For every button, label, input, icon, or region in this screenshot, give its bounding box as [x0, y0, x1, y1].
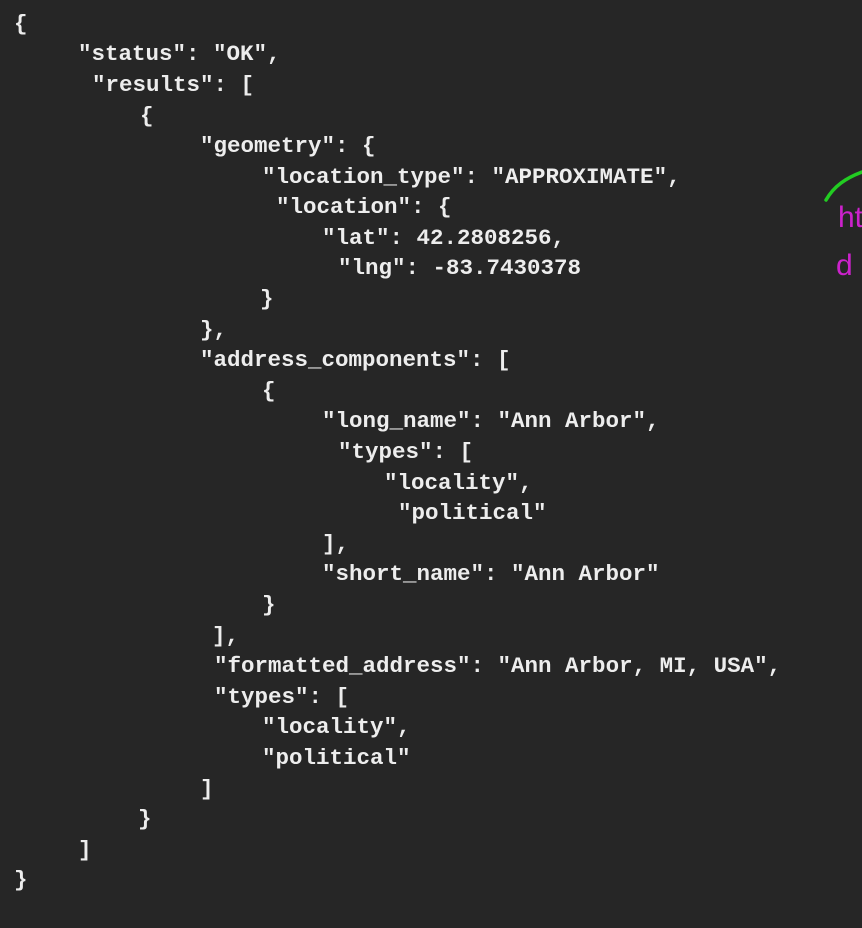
screen: { "status": "OK", "results": [ { "geomet… — [0, 0, 862, 928]
code-line: "location": { — [276, 194, 452, 220]
code-line: "political" — [398, 500, 547, 526]
code-line: "political" — [262, 745, 411, 771]
code-line: "lng": -83.7430378 — [338, 255, 582, 281]
code-line: ], — [322, 531, 350, 557]
code-line: "types": [ — [338, 439, 474, 465]
code-line: } — [260, 286, 274, 312]
code-line: "location_type": "APPROXIMATE", — [262, 164, 681, 190]
code-line: } — [138, 806, 152, 832]
code-line: "short_name": "Ann Arbor" — [322, 561, 660, 587]
code-line: ], — [212, 623, 240, 649]
code-line: "types": [ — [214, 684, 350, 710]
code-line: { — [262, 378, 276, 404]
code-line: ] — [78, 837, 92, 863]
code-line: "locality", — [384, 470, 533, 496]
code-line: "status": "OK", — [78, 41, 281, 67]
code-line: { — [140, 103, 154, 129]
code-line: "long_name": "Ann Arbor", — [322, 408, 660, 434]
code-line: "locality", — [262, 714, 411, 740]
json-code-view: { "status": "OK", "results": [ { "geomet… — [0, 0, 862, 928]
code-line: ] — [200, 776, 214, 802]
code-line: } — [262, 592, 276, 618]
code-line: }, — [200, 317, 228, 343]
code-line: "address_components": [ — [200, 347, 511, 373]
code-line: } — [14, 867, 28, 893]
code-line: "results": [ — [92, 72, 255, 98]
code-line: "formatted_address": "Ann Arbor, MI, USA… — [214, 653, 782, 679]
code-line: "geometry": { — [200, 133, 376, 159]
code-line: "lat": 42.2808256, — [322, 225, 566, 251]
code-line: { — [14, 11, 28, 37]
